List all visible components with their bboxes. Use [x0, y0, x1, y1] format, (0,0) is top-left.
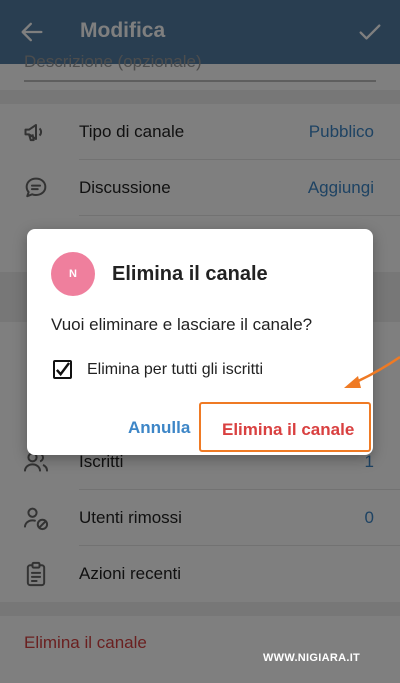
- dialog-message: Vuoi eliminare e lasciare il canale?: [51, 315, 313, 334]
- delete-channel-dialog: N Elimina il canale Vuoi eliminare e las…: [27, 229, 373, 455]
- delete-for-all-label[interactable]: Elimina per tutti gli iscritti: [87, 361, 263, 379]
- cancel-button[interactable]: Annulla: [128, 418, 190, 438]
- watermark: WWW.NIGIARA.IT: [263, 652, 361, 664]
- dialog-title: Elimina il canale: [112, 263, 268, 285]
- delete-channel-button[interactable]: Elimina il canale: [199, 402, 371, 452]
- delete-for-all-checkbox[interactable]: [53, 360, 72, 379]
- channel-avatar: N: [51, 252, 95, 296]
- delete-channel-button-label: Elimina il canale: [222, 420, 355, 439]
- checkmark-icon: [55, 362, 70, 377]
